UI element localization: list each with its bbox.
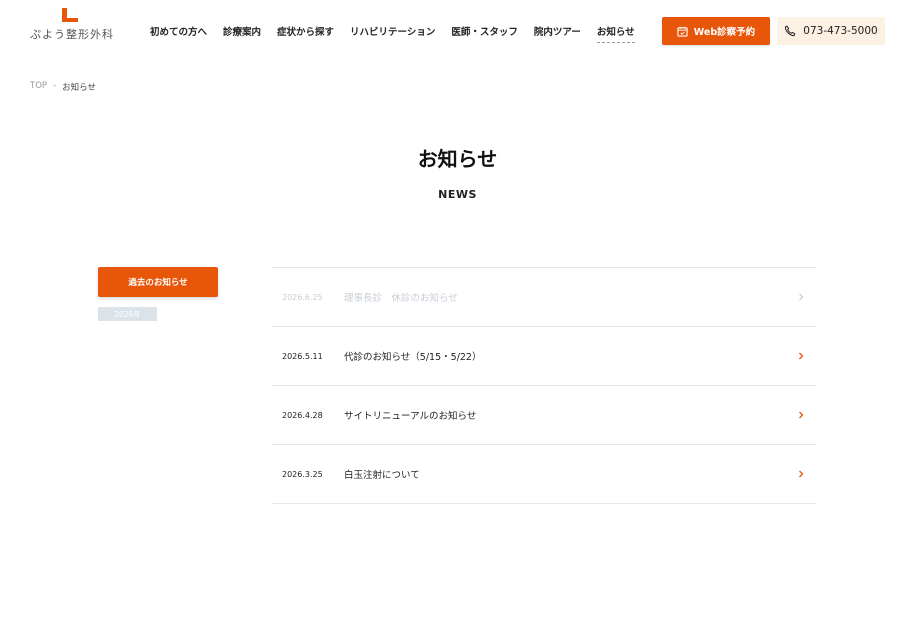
chevron-right-icon [799, 352, 804, 360]
breadcrumb-current: お知らせ [62, 83, 96, 93]
news-title: 代診のお知らせ（5/15・5/22） [344, 352, 482, 363]
news-date: 2026.5.11 [282, 351, 323, 361]
news-item[interactable]: 2026.4.28 サイトリニューアルのお知らせ [272, 386, 816, 445]
site-header: ぷよう整形外科 初めての方へ 診療案内 症状から探す リハビリテーション 医師・… [0, 0, 915, 62]
nav-item-rehabilitation[interactable]: リハビリテーション [350, 24, 435, 43]
main-nav: 初めての方へ 診療案内 症状から探す リハビリテーション 医師・スタッフ 院内ツ… [150, 24, 651, 43]
web-reservation-button[interactable]: Web診察予約 [662, 17, 770, 45]
phone-number: 073-473-5000 [803, 25, 878, 37]
news-list: 2026.6.25 理事長診 休診のお知らせ 2026.5.11 代診のお知らせ… [272, 267, 816, 504]
nav-item-symptoms[interactable]: 症状から探す [277, 24, 334, 43]
nav-item-medical-info[interactable]: 診療案内 [223, 24, 261, 43]
nav-item-news[interactable]: お知らせ [596, 24, 635, 43]
chevron-right-icon [799, 411, 804, 419]
nav-item-tour[interactable]: 院内ツアー [534, 24, 581, 43]
nav-item-staff[interactable]: 医師・スタッフ [451, 24, 518, 43]
news-date: 2026.4.28 [282, 410, 323, 420]
logo-text: ぷよう整形外科 [30, 28, 114, 41]
page-subtitle: NEWS [438, 188, 477, 201]
archive-news-button[interactable]: 過去のお知らせ [98, 267, 218, 297]
breadcrumb: TOP - お知らせ [30, 81, 96, 93]
breadcrumb-separator: - [53, 81, 57, 91]
news-title: 理事長診 休診のお知らせ [344, 293, 458, 304]
news-item[interactable]: 2026.5.11 代診のお知らせ（5/15・5/22） [272, 327, 816, 386]
logo-mark-icon [62, 8, 78, 22]
chevron-right-icon [799, 293, 804, 301]
nav-item-first-visit[interactable]: 初めての方へ [150, 24, 207, 43]
calendar-icon [677, 26, 688, 37]
news-item[interactable]: 2026.3.25 白玉注射について [272, 445, 816, 504]
news-date: 2026.6.25 [282, 292, 323, 302]
news-title: サイトリニューアルのお知らせ [344, 411, 477, 422]
page-title: お知らせ [417, 147, 498, 171]
breadcrumb-home[interactable]: TOP [30, 81, 47, 93]
news-date: 2026.3.25 [282, 469, 323, 479]
news-title: 白玉注射について [344, 470, 420, 481]
site-logo[interactable]: ぷよう整形外科 [30, 8, 120, 42]
phone-icon [785, 25, 796, 37]
web-reservation-label: Web診察予約 [693, 27, 756, 38]
year-filter-2026[interactable]: 2026年 [98, 307, 157, 321]
news-item[interactable]: 2026.6.25 理事長診 休診のお知らせ [272, 268, 816, 327]
chevron-right-icon [799, 470, 804, 478]
phone-button[interactable]: 073-473-5000 [777, 17, 885, 45]
